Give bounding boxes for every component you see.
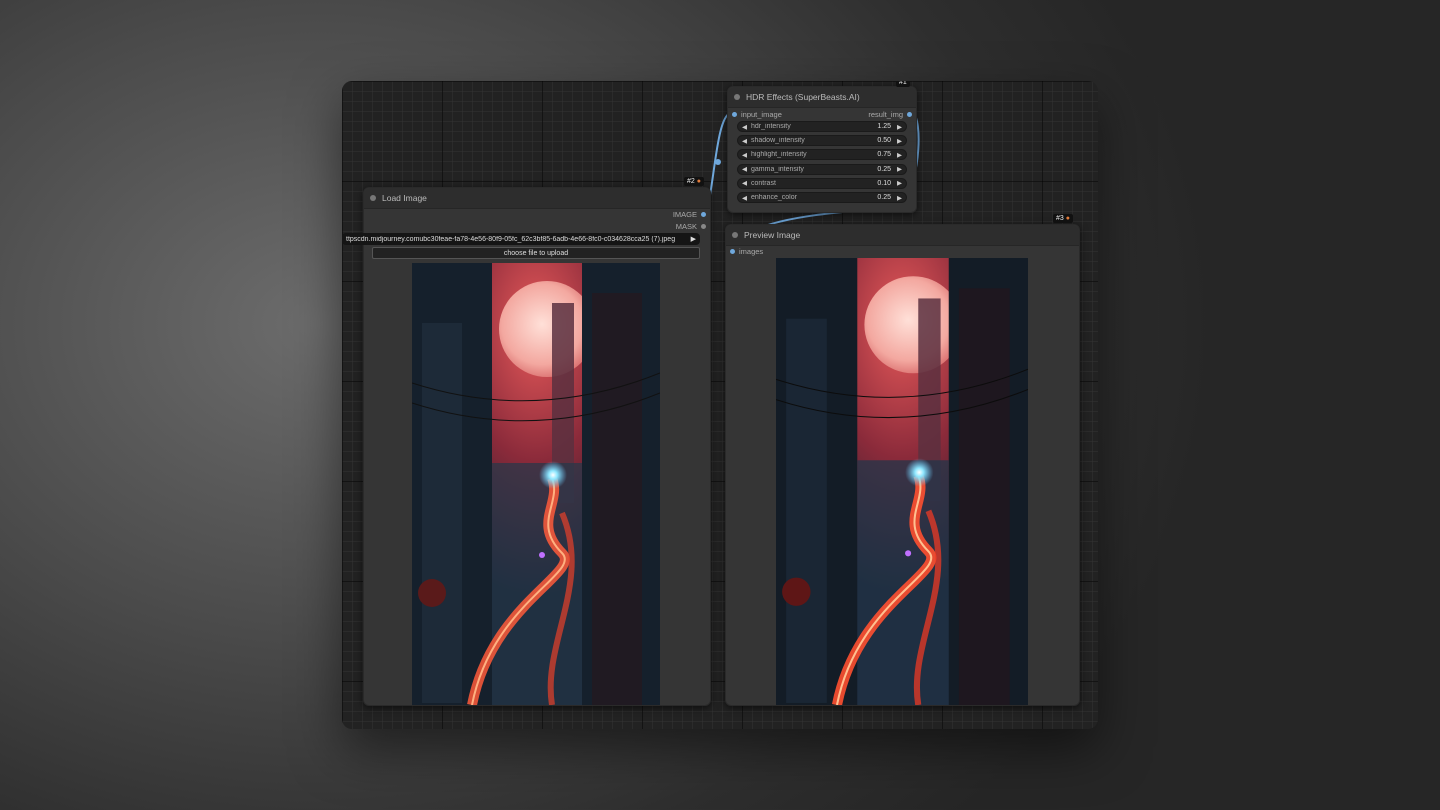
- decrement-arrow-icon[interactable]: ◀: [742, 179, 747, 187]
- widget-label: gamma_intensity: [751, 165, 804, 173]
- preview-input-label: images: [739, 247, 764, 256]
- upload-button-label: choose file to upload: [503, 249, 569, 257]
- decrement-arrow-icon[interactable]: ◀: [742, 137, 747, 145]
- widget-value: 0.25: [877, 194, 891, 201]
- increment-arrow-icon[interactable]: ▶: [897, 137, 902, 145]
- combo-next-arrow-icon[interactable]: ▶: [691, 235, 696, 243]
- hdr-node-id-badge: #1: [896, 81, 910, 87]
- preview-output-image: [776, 258, 1028, 705]
- widget-label: contrast: [751, 179, 776, 187]
- load-output-mask-label: MASK: [675, 222, 697, 231]
- widget-label: shadow_intensity: [751, 137, 805, 145]
- decrement-arrow-icon[interactable]: ◀: [742, 151, 747, 159]
- widget-value: 0.75: [877, 151, 891, 159]
- decrement-arrow-icon[interactable]: ◀: [742, 194, 747, 202]
- increment-arrow-icon[interactable]: ▶: [897, 151, 902, 159]
- increment-arrow-icon[interactable]: ▶: [897, 179, 902, 187]
- load-node-id-badge: #2 ●: [684, 177, 705, 186]
- loaded-image-preview: [412, 263, 660, 705]
- image-select-value: ttpscdn.midjourney.comubc30feae-fa78-4e5…: [346, 235, 676, 243]
- widget-value: 0.25: [877, 165, 891, 173]
- cyberpunk-city-image: [412, 263, 660, 705]
- load-image-node[interactable]: Load Image #2 ● IMAGE MASK ttpscdn.midjou…: [342, 177, 711, 706]
- hdr-node-title-text: HDR Effects (SuperBeasts.AI): [746, 92, 860, 102]
- graph-canvas[interactable]: HDR Effects (SuperBeasts.AI) #1 input_im…: [342, 81, 1098, 729]
- increment-arrow-icon[interactable]: ▶: [897, 165, 902, 173]
- load-node-id: #2: [687, 178, 695, 185]
- collapse-dot-icon[interactable]: [734, 94, 740, 100]
- hdr-widget-hdr-intensity[interactable]: ◀ hdr_intensity 1.25 ▶: [737, 121, 907, 132]
- preview-node-title-text: Preview Image: [744, 230, 801, 240]
- increment-arrow-icon[interactable]: ▶: [897, 194, 902, 202]
- preview-image-node[interactable]: Preview Image #3 ● images: [725, 214, 1080, 706]
- widget-label: enhance_color: [751, 194, 797, 201]
- load-node-title[interactable]: Load Image: [364, 188, 710, 209]
- widget-value: 0.50: [877, 137, 891, 145]
- input-slot-dot-icon[interactable]: [730, 249, 735, 254]
- output-slot-dot-icon[interactable]: [907, 112, 912, 117]
- cyberpunk-city-image: [776, 258, 1028, 705]
- collapse-dot-icon[interactable]: [732, 232, 738, 238]
- hdr-widget-contrast[interactable]: ◀ contrast 0.10 ▶: [737, 177, 907, 189]
- fox-icon: ●: [1065, 215, 1071, 222]
- hdr-output-label: result_img: [868, 110, 903, 119]
- hdr-widget-enhance-color[interactable]: ◀ enhance_color 0.25 ▶: [737, 192, 907, 203]
- decrement-arrow-icon[interactable]: ◀: [742, 165, 747, 173]
- hdr-node-id: #1: [899, 81, 907, 86]
- preview-node-id: #3: [1056, 215, 1064, 222]
- widget-label: hdr_intensity: [751, 123, 791, 130]
- preview-input-slot[interactable]: images: [730, 247, 763, 256]
- load-output-image-slot[interactable]: IMAGE: [673, 210, 706, 219]
- preview-node-id-badge: #3 ●: [1053, 214, 1074, 223]
- hdr-input-label: input_image: [741, 110, 782, 119]
- hdr-widget-shadow-intensity[interactable]: ◀ shadow_intensity 0.50 ▶: [737, 135, 907, 147]
- input-slot-dot-icon[interactable]: [732, 112, 737, 117]
- load-output-mask-slot[interactable]: MASK: [676, 222, 706, 231]
- upload-button[interactable]: choose file to upload: [372, 247, 700, 259]
- widget-value: 1.25: [877, 123, 891, 130]
- link-midpoint: [715, 159, 721, 165]
- decrement-arrow-icon[interactable]: ◀: [742, 123, 747, 131]
- preview-node-title[interactable]: Preview Image: [726, 225, 1079, 246]
- hdr-node-title[interactable]: HDR Effects (SuperBeasts.AI): [728, 87, 916, 108]
- output-slot-dot-icon[interactable]: [701, 212, 706, 217]
- hdr-widget-highlight-intensity[interactable]: ◀ highlight_intensity 0.75 ▶: [737, 149, 907, 161]
- load-node-title-text: Load Image: [382, 193, 427, 203]
- increment-arrow-icon[interactable]: ▶: [897, 123, 902, 131]
- hdr-effects-node[interactable]: HDR Effects (SuperBeasts.AI) #1 input_im…: [727, 81, 917, 213]
- hdr-widget-gamma-intensity[interactable]: ◀ gamma_intensity 0.25 ▶: [737, 163, 907, 175]
- load-output-image-label: IMAGE: [672, 210, 697, 219]
- output-slot-dot-icon[interactable]: [701, 224, 706, 229]
- hdr-output-slot[interactable]: result_img: [868, 110, 912, 119]
- hdr-input-slot[interactable]: input_image: [732, 110, 782, 119]
- widget-value: 0.10: [877, 179, 891, 187]
- image-select-combo[interactable]: ttpscdn.midjourney.comubc30feae-fa78-4e5…: [342, 233, 700, 245]
- widget-label: highlight_intensity: [751, 151, 807, 159]
- collapse-dot-icon[interactable]: [370, 195, 376, 201]
- fox-icon: ●: [696, 178, 702, 185]
